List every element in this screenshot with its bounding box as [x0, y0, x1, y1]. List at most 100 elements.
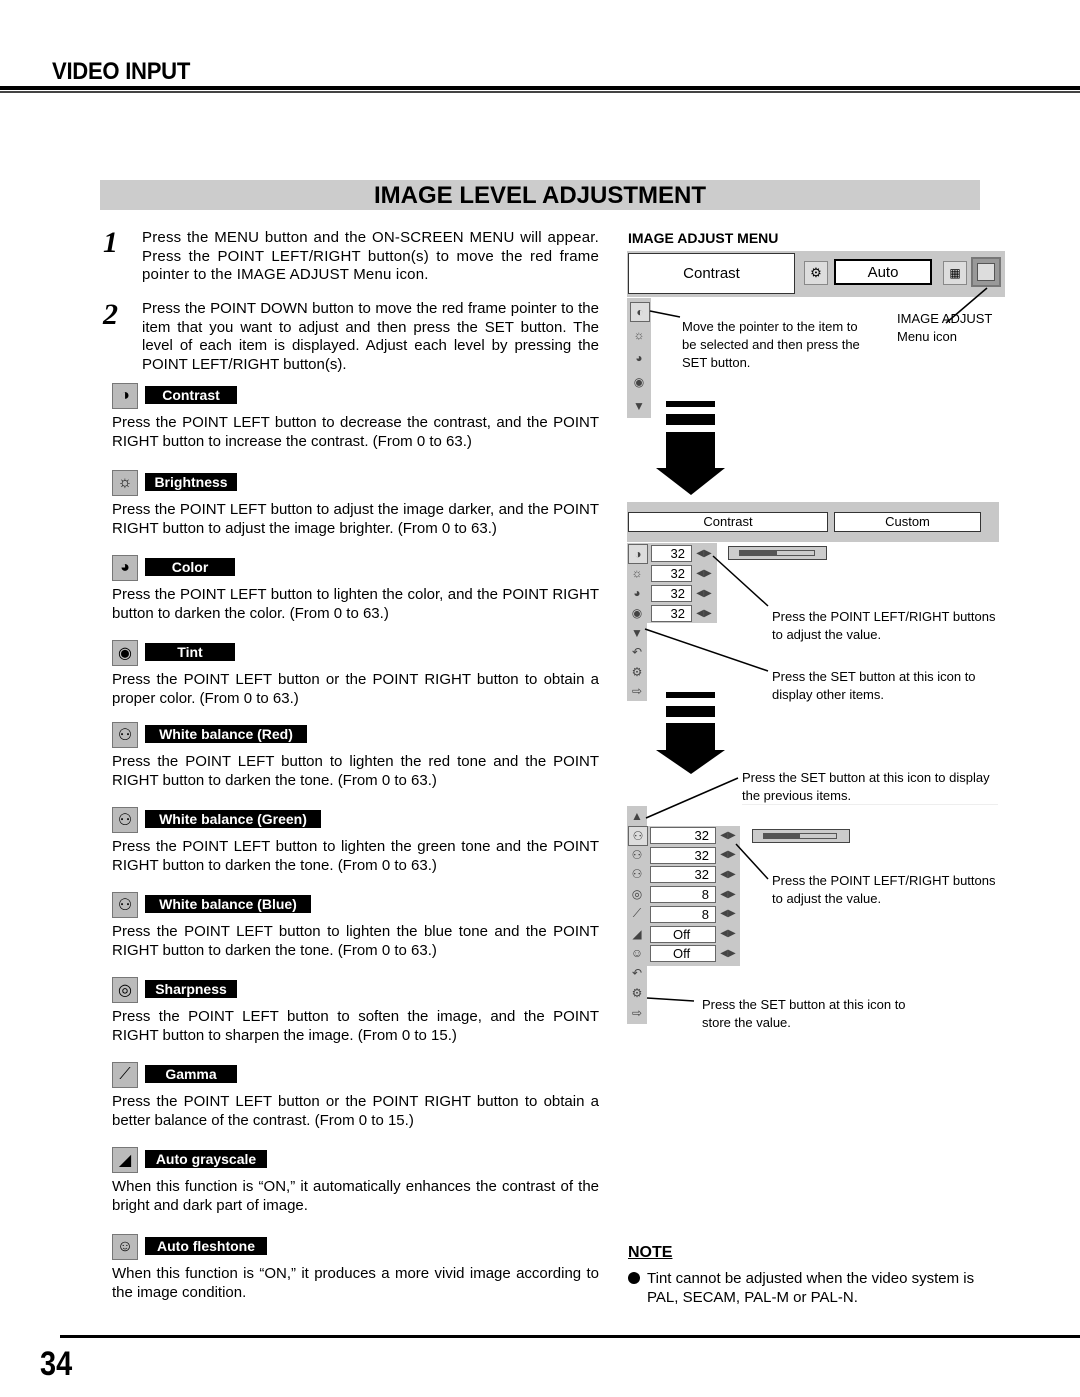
- value-field[interactable]: Off: [650, 945, 716, 963]
- contrast-icon[interactable]: ◐: [630, 302, 650, 322]
- footer-rule: [60, 1335, 1080, 1338]
- contrast-icon: ◑: [112, 383, 138, 409]
- menu-item-label[interactable]: Contrast: [628, 253, 795, 294]
- item-description: Press the POINT LEFT button to decrease …: [112, 414, 599, 450]
- item-label: Brightness: [145, 473, 237, 491]
- step-number: 2: [103, 298, 118, 331]
- left-right-arrows-icon[interactable]: ◀▶: [719, 886, 737, 902]
- reset-icon[interactable]: ↶: [628, 964, 646, 982]
- step-number: 1: [103, 226, 118, 259]
- item-description: Press the POINT LEFT button or the POINT…: [112, 671, 599, 707]
- left-right-arrows-icon[interactable]: ◀▶: [719, 945, 737, 961]
- left-right-arrows-icon[interactable]: ◀▶: [719, 847, 737, 863]
- reset-icon[interactable]: ↶: [628, 643, 646, 661]
- auto-grayscale-icon: ◢: [112, 1147, 138, 1173]
- item-label: Color: [145, 558, 235, 576]
- callout-adjust: Press the POINT LEFT/RIGHT buttons to ad…: [772, 873, 996, 906]
- value-field[interactable]: 8: [650, 905, 716, 923]
- gamma-icon[interactable]: ⟋: [628, 905, 646, 923]
- value-field[interactable]: 32: [651, 605, 692, 622]
- item-label: Auto fleshtone: [145, 1237, 267, 1255]
- note-text: Tint cannot be adjusted when the video s…: [647, 1270, 975, 1306]
- header-rule-thin: [0, 91, 1080, 93]
- left-right-arrows-icon[interactable]: ◀▶: [695, 585, 713, 601]
- item-label: Contrast: [145, 386, 237, 404]
- contrast-icon[interactable]: ◑: [628, 544, 648, 564]
- left-right-arrows-icon[interactable]: ◀▶: [695, 565, 713, 581]
- callout-store: Press the SET button at this icon to sto…: [702, 997, 906, 1030]
- callout-previous-items: Press the SET button at this icon to dis…: [742, 770, 990, 803]
- header-rule: [0, 86, 1080, 90]
- image-adjust-menu-icon[interactable]: [971, 257, 1001, 287]
- auto-fleshtone-icon: ☺: [112, 1234, 138, 1260]
- menu-heading: IMAGE ADJUST MENU: [628, 230, 779, 246]
- quit-icon[interactable]: ⇨: [628, 682, 646, 700]
- item-description: Press the POINT LEFT button to lighten t…: [112, 586, 599, 622]
- value-field[interactable]: Off: [650, 925, 716, 943]
- store-icon[interactable]: ⚙: [628, 984, 646, 1002]
- value-field[interactable]: 8: [650, 886, 716, 904]
- step-text: Press the POINT DOWN button to move the …: [142, 300, 599, 373]
- mode-select[interactable]: Auto: [834, 259, 932, 285]
- left-right-arrows-icon[interactable]: ◀▶: [695, 545, 713, 561]
- left-right-arrows-icon[interactable]: ◀▶: [719, 866, 737, 882]
- value-field[interactable]: 32: [650, 827, 716, 844]
- arrow-bar: [666, 706, 715, 717]
- brightness-icon[interactable]: ☼: [628, 564, 646, 582]
- value-slider[interactable]: [752, 829, 850, 843]
- item-label: White balance (Green): [145, 810, 321, 828]
- callout-pointer: Move the pointer to the item to be selec…: [682, 319, 860, 370]
- store-icon[interactable]: ⚙: [628, 663, 646, 681]
- item-label: White balance (Red): [145, 725, 307, 743]
- previous-page-icon[interactable]: ▲: [628, 807, 646, 825]
- tint-icon[interactable]: ◉: [630, 373, 648, 391]
- item-description: When this function is “ON,” it produces …: [112, 1265, 599, 1301]
- auto-grayscale-icon[interactable]: ◢: [628, 925, 646, 943]
- item-description: Press the POINT LEFT button or the POINT…: [112, 1093, 599, 1129]
- value-field[interactable]: 32: [651, 545, 692, 562]
- arrow-bar: [666, 692, 715, 698]
- next-page-icon[interactable]: ▼: [628, 624, 646, 642]
- page-banner: IMAGE LEVEL ADJUSTMENT: [100, 180, 980, 210]
- callout-adjust: Press the POINT LEFT/RIGHT buttons to ad…: [772, 609, 996, 642]
- value-field[interactable]: 32: [650, 866, 716, 884]
- brightness-icon[interactable]: ☼: [630, 326, 648, 344]
- value-slider[interactable]: [728, 546, 827, 560]
- left-right-arrows-icon[interactable]: ◀▶: [719, 906, 737, 922]
- value-field[interactable]: 32: [651, 585, 692, 602]
- pc-adjust-icon[interactable]: ⚙: [804, 261, 828, 285]
- white-balance-green-icon[interactable]: ⚇: [628, 846, 646, 864]
- color-icon[interactable]: ◕: [630, 349, 648, 367]
- next-page-icon[interactable]: ▼: [630, 397, 648, 415]
- white-balance-blue-icon[interactable]: ⚇: [628, 865, 646, 883]
- item-label: Sharpness: [145, 980, 237, 998]
- value-field[interactable]: 32: [650, 846, 716, 864]
- down-arrow-icon: [656, 723, 726, 780]
- auto-fleshtone-icon[interactable]: ☺: [628, 944, 646, 962]
- sharpness-icon: ◎: [112, 977, 138, 1003]
- white-balance-green-icon: ⚇: [112, 807, 138, 833]
- divider: [742, 804, 998, 805]
- item-description: Press the POINT LEFT button to soften th…: [112, 1008, 599, 1044]
- tint-icon: ◉: [112, 640, 138, 666]
- page-number: 34: [40, 1345, 73, 1383]
- item-label: Gamma: [145, 1065, 237, 1083]
- note-title: NOTE: [628, 1244, 673, 1261]
- left-right-arrows-icon[interactable]: ◀▶: [695, 605, 713, 621]
- left-right-arrows-icon[interactable]: ◀▶: [719, 926, 737, 942]
- image-select-icon[interactable]: ▦: [943, 261, 967, 285]
- tint-icon[interactable]: ◉: [628, 604, 646, 622]
- value-field[interactable]: 32: [651, 565, 692, 582]
- step-text: Press the MENU button and the ON-SCREEN …: [142, 229, 599, 283]
- section-title: VIDEO INPUT: [52, 58, 191, 85]
- color-icon[interactable]: ◕: [628, 584, 646, 602]
- item-label: Tint: [145, 643, 235, 661]
- white-balance-red-icon[interactable]: ⚇: [628, 826, 648, 846]
- mode-select[interactable]: Custom: [834, 512, 981, 532]
- arrow-bar: [666, 414, 715, 425]
- gamma-icon: ⟋: [112, 1062, 138, 1088]
- left-right-arrows-icon[interactable]: ◀▶: [719, 827, 737, 843]
- sharpness-icon[interactable]: ◎: [628, 885, 646, 903]
- quit-icon[interactable]: ⇨: [628, 1004, 646, 1022]
- arrow-bar: [666, 401, 715, 407]
